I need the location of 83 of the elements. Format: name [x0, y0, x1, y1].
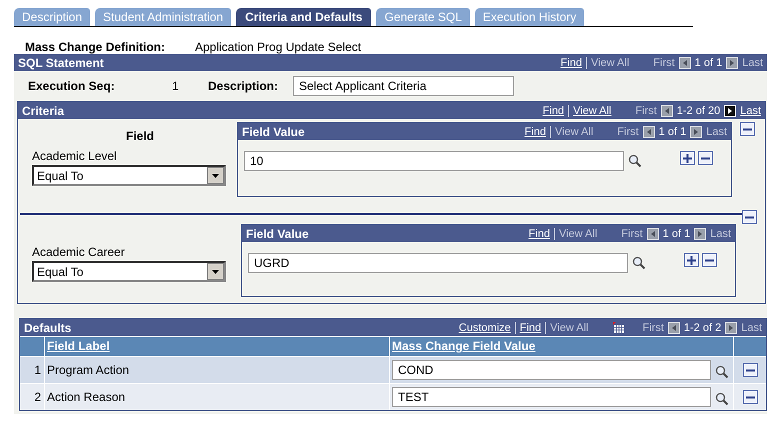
nav-link[interactable]: View All [550, 126, 598, 138]
column-header[interactable]: Mass Change Field Value [392, 337, 536, 356]
last-link[interactable]: Last [706, 126, 727, 138]
value-field[interactable]: TEST [392, 387, 711, 407]
nav-link[interactable]: View All [554, 228, 602, 240]
nav-link[interactable]: View All [545, 322, 592, 334]
operator-dropdown[interactable]: Equal To [32, 261, 226, 282]
nav-link[interactable]: Customize [454, 322, 515, 334]
caret-icon[interactable] [207, 263, 224, 280]
next-icon[interactable] [726, 56, 738, 68]
nav-link[interactable]: View All [586, 56, 634, 68]
row-count: 1-2 of 2 [684, 322, 722, 334]
caret-icon[interactable] [207, 167, 224, 184]
row-count: 1 of 1 [662, 228, 690, 240]
tab[interactable]: Execution History [474, 8, 584, 26]
next-icon[interactable] [694, 228, 706, 240]
previous-icon[interactable] [646, 228, 659, 240]
search-icon[interactable] [715, 364, 729, 378]
section-title: Defaults [24, 320, 72, 334]
operator-dropdown[interactable]: Equal To [32, 165, 226, 186]
grid-icon[interactable] [612, 322, 624, 334]
section-title: Criteria [22, 104, 64, 118]
next-icon[interactable] [725, 322, 738, 334]
add-row-button[interactable] [684, 253, 699, 267]
table-cell: Action Reason [47, 390, 126, 404]
row-count: 1-2 of 20 [676, 104, 720, 116]
tab[interactable]: Student Administration [95, 8, 232, 26]
delete-row-button[interactable] [740, 122, 755, 136]
definition-label: Mass Change Definition: [25, 40, 166, 54]
previous-icon[interactable] [660, 104, 673, 116]
value-field[interactable]: COND [392, 360, 711, 380]
column-header[interactable]: Field Label [47, 339, 110, 353]
previous-icon[interactable] [668, 322, 680, 334]
plus-icon [683, 154, 692, 162]
row-count: 1 of 1 [694, 56, 722, 68]
section-title: Field Value [246, 226, 309, 240]
last-link[interactable]: Last [742, 56, 763, 68]
last-link[interactable]: Last [740, 104, 761, 116]
field-label: Academic Career [32, 245, 126, 259]
column-heading: Field [124, 129, 155, 145]
first-link[interactable]: First [617, 126, 639, 138]
next-icon[interactable] [690, 126, 702, 138]
nav-link[interactable]: Find [538, 104, 568, 116]
tab[interactable]: Description [14, 8, 90, 26]
nav-link[interactable]: Find [524, 228, 554, 240]
add-row-button[interactable] [680, 151, 695, 165]
section-title: Field Value [242, 124, 305, 138]
description-label: Description: [208, 79, 280, 93]
delete-row-button[interactable] [698, 151, 713, 165]
nav-link[interactable]: Find [556, 56, 586, 68]
previous-icon[interactable] [678, 56, 691, 68]
delete-row-button[interactable] [742, 363, 758, 377]
delete-row-button[interactable] [702, 253, 717, 267]
delete-row-button[interactable] [742, 390, 758, 404]
last-link[interactable]: Last [741, 322, 762, 334]
first-link[interactable]: First [635, 104, 657, 116]
plus-icon [687, 256, 696, 264]
last-link[interactable]: Last [710, 228, 731, 240]
previous-icon[interactable] [642, 126, 655, 138]
first-link[interactable]: First [653, 56, 675, 68]
seq-label: Execution Seq: [28, 79, 116, 93]
field-label: Academic Level [32, 149, 118, 163]
description-field[interactable]: Select Applicant Criteria [293, 76, 514, 96]
tab[interactable]: Criteria and Defaults [236, 8, 372, 26]
first-link[interactable]: First [621, 228, 643, 240]
seq-value: 1 [172, 79, 180, 93]
nav-link[interactable]: Find [520, 126, 550, 138]
row-number: 1 [34, 363, 41, 377]
search-icon[interactable] [715, 392, 729, 406]
nav-link[interactable]: Find [514, 322, 546, 334]
value-field[interactable]: UGRD [248, 253, 628, 273]
delete-row-button[interactable] [742, 210, 757, 224]
row-number: 2 [34, 390, 41, 404]
first-link[interactable]: First [642, 322, 664, 334]
value-field[interactable]: 10 [244, 151, 624, 171]
tab[interactable]: Generate SQL [376, 8, 470, 26]
row-count: 1 of 1 [658, 126, 686, 138]
search-icon[interactable] [632, 256, 646, 270]
section-title: SQL Statement [18, 56, 104, 70]
definition-value: Application Prog Update Select [195, 40, 362, 54]
table-cell: Program Action [47, 363, 130, 377]
search-icon[interactable] [628, 154, 642, 168]
nav-link[interactable]: View All [568, 104, 616, 116]
